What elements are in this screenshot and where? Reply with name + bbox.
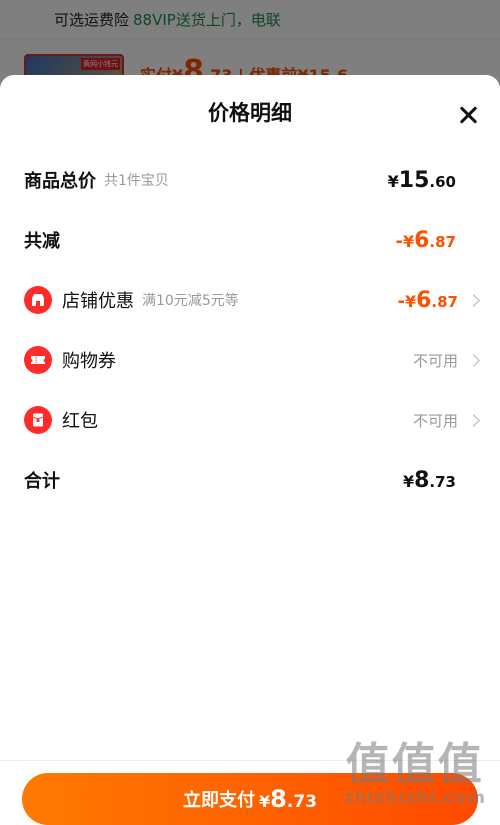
price-int: 6 [414, 227, 430, 253]
price-dec: .60 [429, 172, 456, 191]
grand-total-price: ¥8.73 [403, 468, 456, 493]
store-discount-label: 店铺优惠 [62, 291, 134, 312]
minus-sign: - [395, 230, 403, 252]
grand-total-label: 合计 [24, 471, 60, 492]
yen-symbol: ¥ [387, 171, 399, 191]
shopping-coupon-label: 购物券 [62, 351, 116, 372]
red-packet-icon [24, 406, 52, 434]
coupon-icon [24, 346, 52, 374]
price-int: 15 [398, 167, 430, 193]
yen-symbol: ¥ [402, 231, 415, 251]
price-dec: .73 [286, 792, 317, 812]
price-detail-sheet: 价格明细 商品总价 共1件宝贝 ¥15.60 共减 - ¥6.87 店铺优惠 满1… [0, 75, 500, 825]
price-int: 8 [270, 785, 287, 813]
row-red-packet[interactable]: 红包 不可用 [0, 400, 500, 440]
close-icon[interactable] [456, 103, 480, 127]
row-goods-total: 商品总价 共1件宝贝 ¥15.60 [0, 160, 500, 200]
row-store-discount[interactable]: 店铺优惠 满10元减5元等 - ¥6.87 [0, 280, 500, 320]
chevron-right-icon [467, 413, 480, 427]
store-icon [24, 286, 52, 314]
price-int: 8 [414, 467, 430, 493]
store-discount-price: - ¥6.87 [397, 288, 458, 313]
coupon-status: 不可用 [412, 351, 458, 370]
pay-amount: ¥8.73 [259, 785, 317, 813]
row-total-discount: 共减 - ¥6.87 [0, 220, 500, 260]
red-packet-status: 不可用 [412, 411, 458, 430]
red-packet-label: 红包 [62, 411, 98, 432]
goods-count-text: 共1件宝贝 [104, 173, 169, 189]
watermark-url: zhizhizhi.com [343, 788, 486, 808]
price-dec: .73 [429, 472, 456, 491]
total-discount-price: - ¥6.87 [395, 228, 456, 253]
pay-now-label: 立即支付 [183, 790, 256, 811]
store-discount-rule: 满10元减5元等 [142, 293, 239, 309]
watermark-logo: 值值值 zhizhizhi.com [343, 739, 486, 809]
watermark-text: 值值值 [345, 739, 484, 790]
yen-symbol: ¥ [402, 471, 415, 491]
goods-total-price: ¥15.60 [388, 168, 456, 193]
price-dec: .87 [431, 292, 458, 311]
sheet-title: 价格明细 [208, 101, 292, 125]
price-dec: .87 [429, 232, 456, 251]
total-discount-label: 共减 [24, 231, 60, 252]
row-grand-total: 合计 ¥8.73 [0, 460, 500, 500]
price-int: 6 [416, 287, 432, 313]
yen-symbol: ¥ [259, 792, 271, 811]
minus-sign: - [397, 290, 405, 312]
chevron-right-icon [467, 353, 480, 367]
goods-total-label: 商品总价 [24, 171, 96, 192]
yen-symbol: ¥ [404, 291, 417, 311]
row-shopping-coupon[interactable]: 购物券 不可用 [0, 340, 500, 380]
chevron-right-icon [467, 293, 480, 307]
